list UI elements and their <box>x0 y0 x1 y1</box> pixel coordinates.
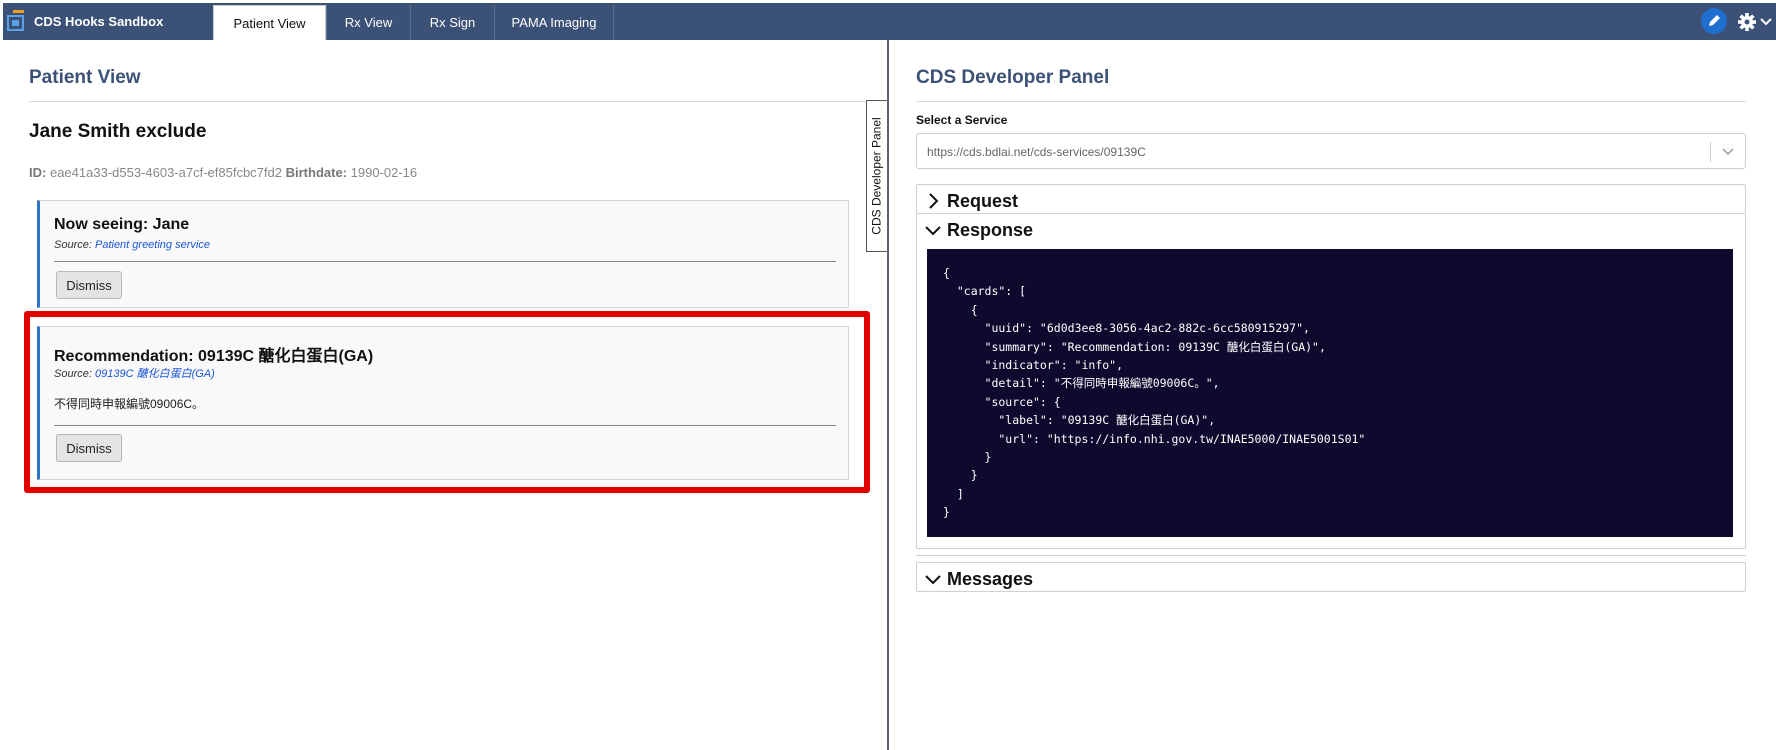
chevron-right-icon <box>929 193 939 209</box>
patient-birthdate: 1990-02-16 <box>350 165 418 180</box>
source-label: Source: <box>54 239 92 251</box>
developer-panel-title: CDS Developer Panel <box>916 67 1110 88</box>
pencil-icon <box>1709 15 1720 26</box>
tab-pama-imaging[interactable]: PAMA Imaging <box>494 5 614 40</box>
panel-divider[interactable] <box>887 40 889 750</box>
highlight-box <box>24 311 870 493</box>
developer-panel-toggle[interactable]: CDS Developer Panel <box>866 100 888 252</box>
app-logo-icon <box>7 10 24 31</box>
page-title: Patient View <box>29 67 141 88</box>
brand-title: CDS Hooks Sandbox <box>34 14 164 29</box>
card-source: Source: Patient greeting service <box>54 239 210 251</box>
request-header[interactable]: Request <box>925 189 1018 213</box>
response-header[interactable]: Response <box>925 218 1033 242</box>
patient-name: Jane Smith exclude <box>29 121 207 142</box>
tab-label: Rx View <box>344 15 393 30</box>
dismiss-button[interactable]: Dismiss <box>56 271 122 299</box>
messages-section[interactable]: Messages <box>916 562 1746 592</box>
service-value: https://cds.bdlai.net/cds-services/09139… <box>927 145 1146 159</box>
tab-rx-view[interactable]: Rx View <box>326 5 410 40</box>
service-label: Select a Service <box>916 113 1008 127</box>
response-json: { "cards": [ { "uuid": "6d0d3ee8-3056-4a… <box>927 249 1733 537</box>
card-source-link[interactable]: Patient greeting service <box>95 239 210 251</box>
top-bar: CDS Hooks Sandbox Patient View Rx View R… <box>0 0 1776 40</box>
edit-button[interactable] <box>1701 8 1727 34</box>
patient-id: eae41a33-d553-4603-a7cf-ef85fcbc7fd2 <box>49 165 282 180</box>
select-separator <box>1710 142 1711 162</box>
tab-label: Patient View <box>233 15 306 31</box>
response-section[interactable]: Response { "cards": [ { "uuid": "6d0d3ee… <box>916 213 1746 549</box>
request-label: Request <box>947 190 1019 211</box>
messages-header[interactable]: Messages <box>925 567 1033 591</box>
divider <box>916 555 1746 556</box>
tab-label: PAMA Imaging <box>511 15 597 30</box>
settings-button[interactable] <box>1736 10 1776 34</box>
card-divider <box>54 261 836 262</box>
side-tab-label: CDS Developer Panel <box>870 117 884 235</box>
divider <box>29 101 887 102</box>
cds-card: Now seeing: Jane Source: Patient greetin… <box>37 200 849 308</box>
tab-rx-sign[interactable]: Rx Sign <box>410 5 494 40</box>
chevron-down-icon <box>1722 148 1734 156</box>
gear-icon <box>1738 13 1772 31</box>
response-label: Response <box>947 219 1034 240</box>
id-label: ID: <box>29 165 47 180</box>
service-select[interactable]: https://cds.bdlai.net/cds-services/09139… <box>916 133 1746 169</box>
tab-patient-view[interactable]: Patient View <box>213 5 326 40</box>
card-title: Now seeing: Jane <box>54 216 190 233</box>
chevron-down-icon <box>925 575 941 585</box>
brand[interactable]: CDS Hooks Sandbox <box>3 3 213 40</box>
patient-meta: ID: eae41a33-d553-4603-a7cf-ef85fcbc7fd2… <box>29 165 417 180</box>
divider <box>916 101 1746 102</box>
messages-label: Messages <box>947 568 1034 589</box>
request-section[interactable]: Request <box>916 184 1746 214</box>
chevron-down-icon <box>925 226 941 236</box>
navbar: CDS Hooks Sandbox Patient View Rx View R… <box>3 3 1776 40</box>
chevron-down-icon <box>1760 18 1772 26</box>
tab-label: Rx Sign <box>429 15 476 30</box>
birthdate-label: Birthdate: <box>285 165 347 180</box>
